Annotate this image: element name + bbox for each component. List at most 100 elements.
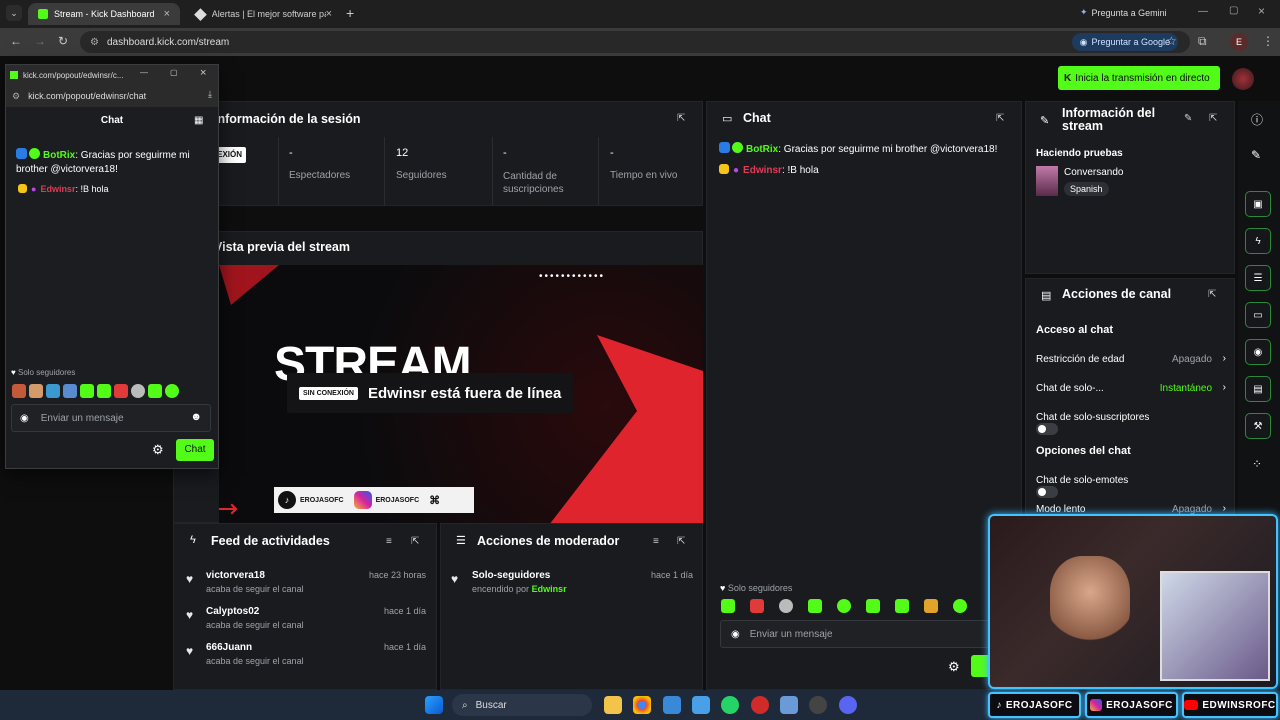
new-tab-button[interactable]: + [346, 5, 354, 21]
popout-icon[interactable]: ⇱ [996, 113, 1004, 124]
emote-icon[interactable] [63, 384, 77, 398]
add-widget-icon[interactable]: ⁘ [1252, 457, 1262, 471]
emote-icon[interactable] [148, 384, 162, 398]
popout-icon[interactable]: ⇱ [1209, 113, 1217, 124]
emote-icon[interactable] [779, 599, 793, 613]
emote-icon[interactable] [97, 384, 111, 398]
app-icon[interactable] [780, 696, 798, 714]
edit-pencil-icon[interactable]: ✎ [1184, 113, 1192, 124]
tab-alertas[interactable]: Alertas | El mejor software para × [186, 3, 342, 25]
emote-icon[interactable] [808, 599, 822, 613]
moderator-by[interactable]: Edwinsr [532, 584, 567, 594]
chat-input[interactable]: ◉ Enviar un mensaje ☻ [11, 404, 211, 432]
site-info-icon[interactable]: ⚙ [90, 37, 99, 48]
gemini-button[interactable]: ✦ Pregunta a Gemini [1080, 7, 1167, 18]
reload-icon[interactable]: ↻ [58, 34, 68, 48]
chrome-icon[interactable] [633, 696, 651, 714]
list-widget-icon[interactable]: ☰ [1245, 265, 1271, 291]
app-icon[interactable] [809, 696, 827, 714]
filter-icon[interactable]: ≡ [386, 536, 392, 547]
emote-icon[interactable] [12, 384, 26, 398]
emote-icon[interactable] [80, 384, 94, 398]
discord-icon[interactable] [839, 696, 857, 714]
site-info-icon[interactable]: ⚙ [12, 91, 20, 102]
chat-input[interactable]: ◉ Enviar un mensaje [720, 620, 1010, 648]
kick-favicon-icon [10, 71, 18, 79]
minimize-button[interactable]: — [1198, 6, 1208, 17]
store-icon[interactable] [663, 696, 681, 714]
emoji-smile-icon[interactable]: ☻ [190, 411, 202, 423]
emote-icon[interactable] [29, 384, 43, 398]
whatsapp-icon[interactable] [721, 696, 739, 714]
chat-username[interactable]: BotRix [43, 150, 75, 161]
chat-widget-icon[interactable]: ▭ [1245, 302, 1271, 328]
download-icon[interactable]: ⤓ [208, 89, 212, 100]
popout-icon[interactable]: ⇱ [677, 113, 685, 124]
profile-avatar[interactable]: E [1230, 33, 1248, 51]
followers-chat-row[interactable]: Chat de solo-... Instantáneo › [1036, 382, 1226, 394]
broadcast-widget-icon[interactable]: ◉ [1245, 339, 1271, 365]
emote-icon[interactable] [895, 599, 909, 613]
close-icon[interactable]: × [164, 8, 170, 20]
minimize-button[interactable]: — [140, 68, 148, 77]
extensions-icon[interactable]: ⧉ [1198, 34, 1207, 49]
emote-picker-icon[interactable]: ◉ [731, 629, 740, 640]
feed-user[interactable]: victorvera18 [206, 570, 265, 581]
menu-kebab-icon[interactable]: ⋮ [1262, 34, 1274, 48]
file-explorer-icon[interactable] [604, 696, 622, 714]
settings-gear-icon[interactable]: ⚙ [948, 659, 960, 675]
info-icon[interactable]: ⓘ [1251, 111, 1263, 128]
emote-icon[interactable] [721, 599, 735, 613]
feed-user[interactable]: Calyptos02 [206, 606, 259, 617]
popout-icon[interactable]: ⇱ [411, 536, 419, 547]
subscribers-only-toggle[interactable] [1036, 423, 1058, 435]
settings-gear-icon[interactable]: ⚙ [152, 442, 164, 458]
user-avatar[interactable] [1232, 68, 1254, 90]
windows-start-icon[interactable] [425, 696, 443, 714]
emote-icon[interactable] [131, 384, 145, 398]
chat-send-button[interactable]: Chat [176, 439, 214, 461]
emote-icon[interactable] [46, 384, 60, 398]
popout-icon[interactable]: ⇱ [677, 536, 685, 547]
tab-search-button[interactable]: ⌄ [6, 5, 22, 21]
close-icon[interactable]: × [326, 8, 332, 20]
category-name[interactable]: Conversando [1064, 167, 1123, 178]
emote-icon[interactable] [750, 599, 764, 613]
emote-icon[interactable] [866, 599, 880, 613]
lightning-widget-icon[interactable]: ϟ [1245, 228, 1271, 254]
close-window-button[interactable]: × [200, 67, 206, 79]
chat-username[interactable]: Edwinsr [743, 165, 782, 176]
stream-info-widget-icon[interactable]: ▣ [1245, 191, 1271, 217]
emote-icon[interactable] [953, 599, 967, 613]
channel-widget-icon[interactable]: ▤ [1245, 376, 1271, 402]
taskbar-search[interactable]: ⌕ Buscar [452, 694, 592, 716]
popout-icon[interactable]: ⇱ [1208, 289, 1216, 300]
age-restriction-row[interactable]: Restricción de edad Apagado › [1036, 353, 1226, 365]
go-live-button[interactable]: K Inicia la transmisión en directo [1058, 66, 1220, 90]
close-window-button[interactable]: × [1258, 4, 1265, 18]
emote-icon[interactable] [837, 599, 851, 613]
address-bar[interactable]: ⚙ dashboard.kick.com/stream ◉ Preguntar … [80, 31, 1190, 53]
forward-arrow-icon[interactable]: → [34, 34, 46, 48]
bookmark-star-icon[interactable]: ☆ [1166, 34, 1177, 48]
feed-user[interactable]: 666Juann [206, 642, 252, 653]
tools-widget-icon[interactable]: ⚒ [1245, 413, 1271, 439]
filter-icon[interactable]: ≡ [653, 536, 659, 547]
emotes-only-toggle[interactable] [1036, 486, 1058, 498]
obs-icon[interactable] [751, 696, 769, 714]
emote-icon[interactable] [165, 384, 179, 398]
photos-icon[interactable] [692, 696, 710, 714]
edit-pencil-icon[interactable]: ✎ [1251, 148, 1261, 162]
emote-picker-icon[interactable]: ◉ [20, 413, 29, 424]
maximize-button[interactable]: ▢ [1229, 5, 1238, 16]
tab-kick-dashboard[interactable]: Stream - Kick Dashboard × [28, 3, 180, 25]
popup-address-bar[interactable]: ⚙ kick.com/popout/edwinsr/chat ⤓ [6, 85, 218, 107]
chat-username[interactable]: BotRix [746, 144, 778, 155]
back-arrow-icon[interactable]: ← [10, 34, 22, 48]
community-icon[interactable]: ▦ [194, 115, 203, 126]
chat-username[interactable]: Edwinsr [40, 184, 75, 194]
emote-icon[interactable] [924, 599, 938, 613]
maximize-button[interactable]: ▢ [170, 68, 178, 77]
ask-google-button[interactable]: ◉ Preguntar a Google [1071, 33, 1178, 51]
emote-icon[interactable] [114, 384, 128, 398]
